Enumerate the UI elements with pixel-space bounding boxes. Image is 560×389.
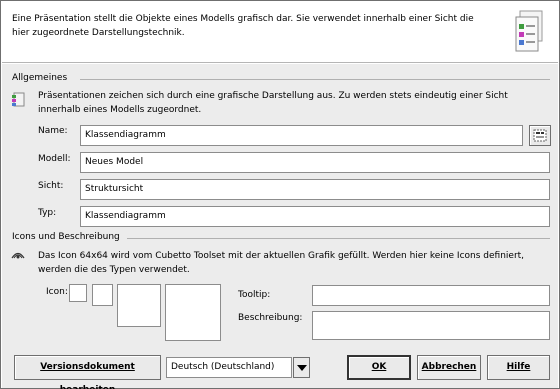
header-description: Eine Präsentation stellt die Objekte ein… <box>12 14 474 38</box>
tooltip-label: Tooltip: <box>238 290 271 300</box>
view-field[interactable]: Struktursicht <box>80 179 550 200</box>
ok-button[interactable]: OK <box>347 355 411 380</box>
presentation-small-icon <box>12 92 25 107</box>
description-label: Beschreibung: <box>238 313 303 323</box>
tooltip-input[interactable] <box>312 285 550 306</box>
general-group-title: Allgemeines <box>12 73 68 83</box>
icons-group-title: Icons und Beschreibung <box>12 232 120 242</box>
text-edit-icon <box>533 129 547 142</box>
name-label: Name: <box>38 126 68 136</box>
type-field[interactable]: Klassendiagramm <box>80 206 550 227</box>
icons-group-divider <box>127 238 550 239</box>
cancel-button[interactable]: Abbrechen <box>417 355 481 380</box>
dialog-header: Eine Präsentation stellt die Objekte ein… <box>2 2 558 63</box>
icons-info-text: Das Icon 64x64 wird vom Cubetto Toolset … <box>38 251 525 275</box>
model-label: Modell: <box>38 154 71 164</box>
dialog-body: Allgemeines Präsentationen zeichen sich … <box>2 64 558 389</box>
edit-version-document-button[interactable]: Versionsdokument bearbeiten <box>14 355 161 389</box>
eye-icon <box>11 252 25 259</box>
chevron-down-icon[interactable] <box>293 357 310 378</box>
description-input[interactable] <box>312 311 550 340</box>
name-edit-button[interactable] <box>529 125 551 146</box>
language-select[interactable]: Deutsch (Deutschland) <box>166 357 292 378</box>
name-input[interactable]: Klassendiagramm <box>80 125 523 146</box>
view-label: Sicht: <box>38 181 64 191</box>
icon-32-slot[interactable] <box>117 284 161 327</box>
help-button[interactable]: Hilfe <box>487 355 550 380</box>
icon-16-slot[interactable] <box>69 284 87 302</box>
type-label: Typ: <box>38 208 57 218</box>
presentation-dialog: Eine Präsentation stellt die Objekte ein… <box>0 0 560 389</box>
icon-24-slot[interactable] <box>92 284 113 306</box>
icon-label: Icon: <box>46 287 68 297</box>
model-field[interactable]: Neues Model <box>80 152 550 173</box>
general-info-text: Präsentationen zeichen sich durch eine g… <box>38 91 508 115</box>
icon-64-slot[interactable] <box>165 284 221 341</box>
general-group-divider <box>80 79 550 80</box>
presentation-document-icon <box>515 10 543 52</box>
